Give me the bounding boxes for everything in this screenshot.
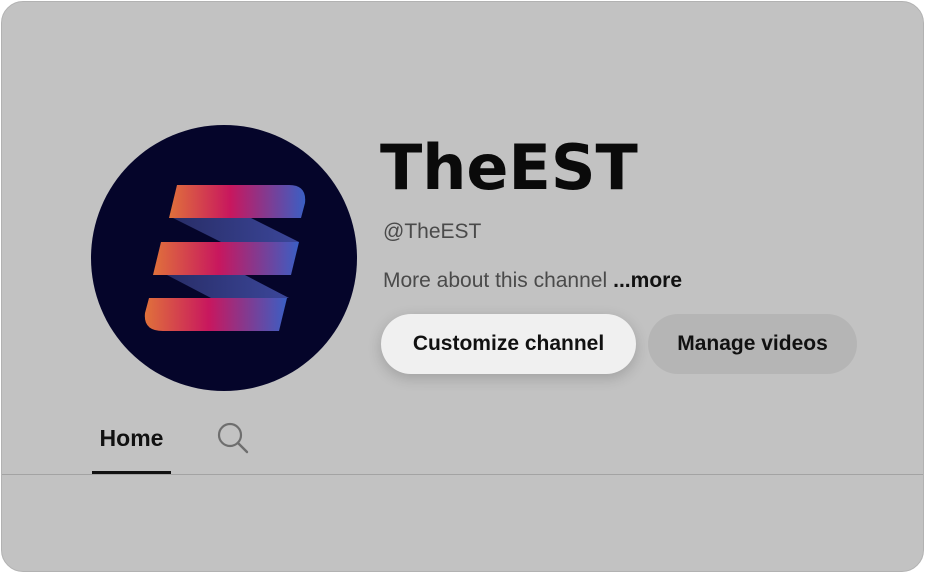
tab-search[interactable]: [214, 419, 250, 455]
customize-channel-button[interactable]: Customize channel: [381, 314, 636, 374]
channel-header-card: TheEST @TheEST More about this channel..…: [1, 1, 924, 572]
manage-videos-button[interactable]: Manage videos: [648, 314, 857, 374]
tabs-divider: [2, 474, 923, 475]
about-text: More about this channel: [383, 269, 608, 292]
channel-name: TheEST: [380, 131, 638, 204]
search-icon: [217, 422, 249, 454]
channel-handle: @TheEST: [383, 220, 482, 243]
channel-about[interactable]: More about this channel ...more: [383, 267, 682, 295]
channel-logo-icon: [144, 185, 306, 331]
tab-home[interactable]: Home: [92, 406, 171, 474]
channel-avatar[interactable]: [91, 125, 357, 391]
tab-home-label: Home: [99, 425, 164, 451]
more-link[interactable]: ...more: [613, 269, 682, 292]
